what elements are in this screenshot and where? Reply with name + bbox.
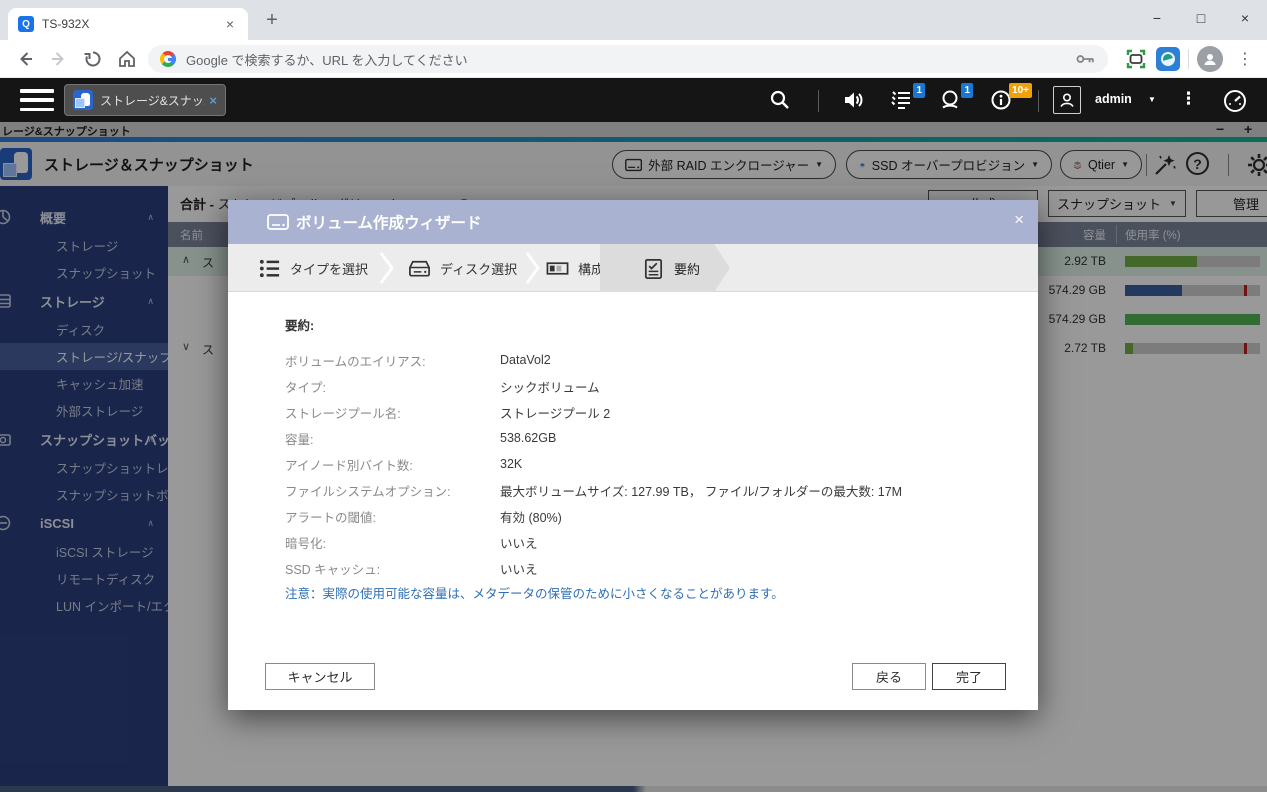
field-row: ストレージプール名:ストレージプール 2	[285, 399, 1005, 425]
app-task-tab-close-icon[interactable]: ×	[209, 93, 217, 108]
forward-button[interactable]	[42, 42, 76, 76]
screenshot-extension-icon[interactable]	[1124, 47, 1148, 71]
main-menu-icon[interactable]	[20, 89, 54, 111]
field-value: ストレージプール 2	[500, 403, 610, 422]
field-label: アイノード別バイト数:	[285, 455, 500, 474]
step-select-disks[interactable]: ディスク選択	[408, 244, 517, 292]
field-label: タイプ:	[285, 377, 500, 396]
resource-monitor-icon[interactable]	[1222, 88, 1248, 112]
field-row: SSD キャッシュ:いいえ	[285, 555, 1005, 581]
info-icon[interactable]: 10+	[990, 88, 1016, 112]
browser-extension-icon[interactable]	[1156, 47, 1180, 71]
field-row: ファイルシステムオプション:最大ボリュームサイズ: 127.99 TB， ファイ…	[285, 477, 1005, 503]
device-notifications-icon[interactable]: 1	[938, 88, 964, 112]
window-close-button[interactable]: ×	[1223, 0, 1267, 36]
summary-heading: 要約:	[285, 315, 1005, 334]
window-minimize-button[interactable]: −	[1135, 0, 1179, 36]
step-label: タイプを選択	[290, 259, 368, 278]
step-label: ディスク選択	[440, 259, 517, 278]
capacity-note: 注意：実際の使用可能な容量は、メタデータの保管のために小さくなることがあります。	[285, 583, 1005, 602]
field-label: SSD キャッシュ:	[285, 559, 500, 578]
alerts-badge: 1	[961, 83, 973, 98]
info-badge: 10+	[1009, 83, 1032, 98]
list-icon	[258, 257, 281, 280]
browser-menu-icon[interactable]: ⋮	[1231, 49, 1259, 69]
url-placeholder: Google で検索するか、URL を入力してください	[186, 50, 1074, 69]
tab-close-icon[interactable]: ×	[222, 16, 238, 32]
field-value: 最大ボリュームサイズ: 127.99 TB， ファイル/フォルダーの最大数: 1…	[500, 481, 902, 500]
url-bar[interactable]: Google で検索するか、URL を入力してください	[148, 45, 1108, 73]
field-value: 有効 (80%)	[500, 507, 562, 526]
browser-tabstrip: Q TS-932X × + − □ ×	[0, 0, 1267, 40]
field-value: 32K	[500, 457, 522, 471]
volume-wizard-dialog: ボリューム作成ウィザード × タイプを選択 ディスク選択	[228, 200, 1038, 710]
step-configure[interactable]: 構成	[546, 244, 604, 292]
field-value: いいえ	[500, 559, 538, 578]
field-row: 容量:538.62GB	[285, 425, 1005, 451]
field-value: いいえ	[500, 533, 538, 552]
browser-profile-avatar[interactable]	[1197, 46, 1223, 72]
field-row: タイプ:シックボリューム	[285, 373, 1005, 399]
field-row: アイノード別バイト数:32K	[285, 451, 1005, 477]
field-label: アラートの閾値:	[285, 507, 500, 526]
finish-button[interactable]: 完了	[932, 663, 1006, 690]
google-icon	[160, 51, 176, 67]
home-button[interactable]	[110, 42, 144, 76]
tasks-badge: 1	[913, 83, 925, 98]
wizard-steps: タイプを選択 ディスク選択 構成	[228, 244, 1038, 292]
step-select-type[interactable]: タイプを選択	[258, 244, 368, 292]
more-options-icon[interactable]: ⋮	[1180, 89, 1197, 109]
volume-icon	[266, 210, 290, 234]
key-icon[interactable]	[1074, 48, 1096, 70]
qbar-divider-2	[1038, 90, 1039, 112]
tab-title: TS-932X	[42, 17, 222, 31]
window-maximize-button[interactable]: □	[1179, 0, 1223, 36]
partition-icon	[546, 257, 569, 280]
new-tab-button[interactable]: +	[258, 6, 286, 34]
background-tasks-icon[interactable]: 1	[890, 88, 916, 112]
qbar-divider	[818, 90, 819, 112]
field-label: ストレージプール名:	[285, 403, 500, 422]
qnap-desktop-bar: ストレージ&スナッ... × 1 1 10+ admin ▼ ⋮	[0, 78, 1267, 122]
extensions-area: ⋮	[1124, 44, 1259, 74]
admin-caret-icon: ▼	[1148, 95, 1156, 104]
dialog-close-icon[interactable]: ×	[1014, 210, 1024, 230]
step-separator-icon	[524, 250, 542, 286]
admin-menu[interactable]: admin	[1095, 92, 1132, 106]
step-summary-active[interactable]: 要約	[600, 244, 730, 292]
user-avatar-icon[interactable]	[1053, 86, 1081, 114]
app-task-tab[interactable]: ストレージ&スナッ... ×	[64, 84, 226, 116]
field-label: 容量:	[285, 429, 500, 448]
toolbar-divider	[1188, 49, 1189, 69]
field-row: ボリュームのエイリアス:DataVol2	[285, 347, 1005, 373]
field-label: ファイルシステムオプション:	[285, 481, 500, 500]
dialog-body: 要約: ボリュームのエイリアス:DataVol2 タイプ:シックボリューム スト…	[285, 315, 1005, 602]
field-label: ボリュームのエイリアス:	[285, 351, 500, 370]
browser-tab[interactable]: Q TS-932X ×	[8, 8, 248, 40]
dialog-title: ボリューム作成ウィザード	[296, 211, 482, 233]
step-label: 要約	[674, 259, 700, 278]
qnap-favicon-icon: Q	[18, 16, 34, 32]
field-value: シックボリューム	[500, 377, 600, 396]
field-row: アラートの閾値:有効 (80%)	[285, 503, 1005, 529]
field-row: 暗号化:いいえ	[285, 529, 1005, 555]
clipboard-check-icon	[642, 257, 665, 280]
app-task-tab-label: ストレージ&スナッ...	[100, 92, 205, 109]
field-value: DataVol2	[500, 353, 551, 367]
reload-button[interactable]	[76, 42, 110, 76]
dialog-header: ボリューム作成ウィザード ×	[228, 200, 1038, 244]
search-icon[interactable]	[768, 88, 794, 112]
window-controls: − □ ×	[1135, 0, 1267, 40]
field-label: 暗号化:	[285, 533, 500, 552]
disk-icon	[408, 257, 431, 280]
field-value: 538.62GB	[500, 431, 556, 445]
back-step-button[interactable]: 戻る	[852, 663, 926, 690]
screen: Q TS-932X × + − □ × Google で検索するか、URL を入…	[0, 0, 1267, 792]
back-button[interactable]	[8, 42, 42, 76]
cancel-button[interactable]: キャンセル	[265, 663, 375, 690]
storage-app-icon	[73, 90, 93, 110]
volume-icon[interactable]	[842, 88, 868, 112]
step-separator-icon	[378, 250, 396, 286]
